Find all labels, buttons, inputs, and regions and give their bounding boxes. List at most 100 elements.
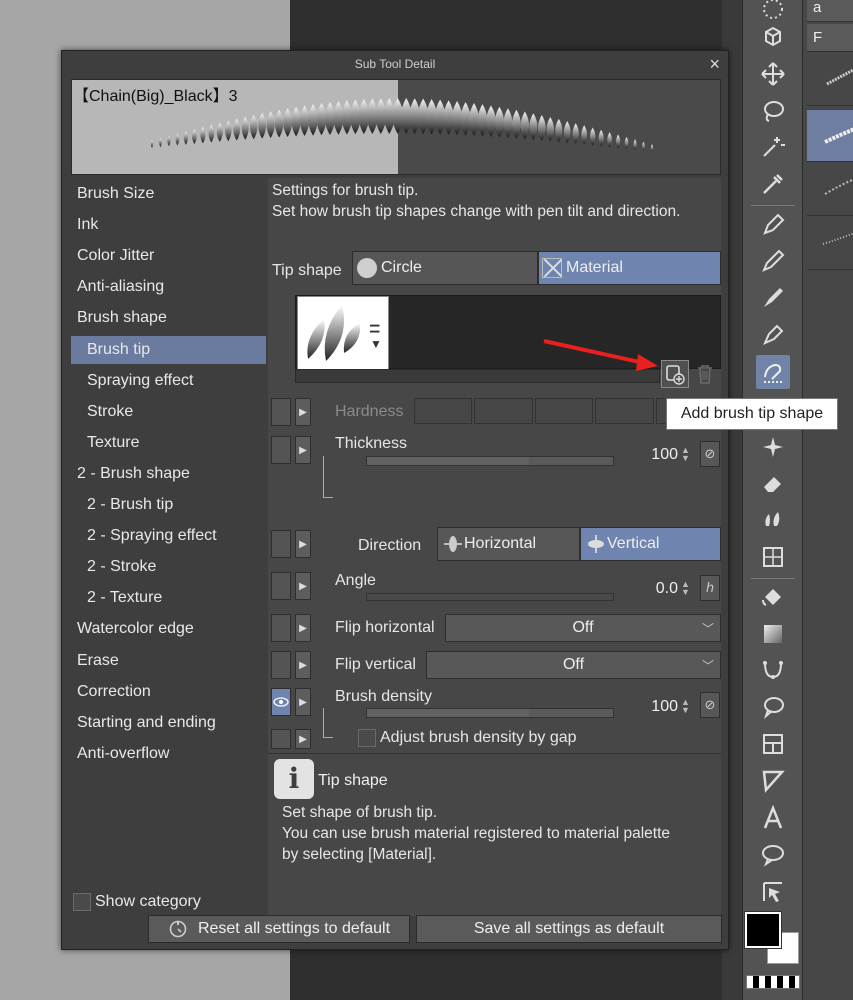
speech-balloon-icon[interactable] xyxy=(756,838,790,872)
object-3d-icon[interactable] xyxy=(756,20,790,54)
airbrush-icon[interactable] xyxy=(756,318,790,352)
fill-icon[interactable] xyxy=(756,581,790,615)
direction-expand[interactable]: ▶ xyxy=(295,530,311,558)
adjust-density-expand[interactable]: ▶ xyxy=(295,729,311,749)
category-item[interactable]: Anti-aliasing xyxy=(71,273,266,301)
subtool-item[interactable] xyxy=(807,54,853,106)
adjust-density-checkbox[interactable] xyxy=(358,729,376,747)
subtool-group-label: F xyxy=(813,29,823,46)
subtool-group-f[interactable]: F xyxy=(807,24,853,52)
flip-horizontal-select[interactable]: Off ﹀ xyxy=(445,614,721,642)
category-item[interactable]: Spraying effect xyxy=(71,367,266,395)
category-item[interactable]: Color Jitter xyxy=(71,242,266,270)
brush-density-expand[interactable]: ▶ xyxy=(295,688,311,716)
direction-lock[interactable] xyxy=(271,530,291,558)
category-item[interactable]: Brush tip xyxy=(71,335,266,364)
adjust-density-lock[interactable] xyxy=(271,729,291,749)
toolbar-separator xyxy=(751,205,795,206)
thickness-pressure-icon[interactable]: ⊘ xyxy=(700,441,720,467)
brush-tip-thumbnail[interactable]: ▔ ▔ ▼ xyxy=(297,296,389,371)
delete-brush-tip-button[interactable] xyxy=(691,360,719,388)
angle-spinner[interactable]: ▲ ▼ xyxy=(681,580,690,597)
category-item[interactable]: Texture xyxy=(71,429,266,457)
thickness-slider[interactable] xyxy=(366,456,614,466)
thickness-spinner[interactable]: ▲ ▼ xyxy=(681,446,690,463)
direction-vertical-option[interactable]: Vertical xyxy=(580,527,721,561)
blend-icon[interactable] xyxy=(756,502,790,536)
flip-vertical-lock[interactable] xyxy=(271,651,291,679)
move-icon[interactable] xyxy=(756,57,790,91)
category-item[interactable]: Watercolor edge xyxy=(71,615,266,643)
decoration-icon[interactable] xyxy=(756,355,790,389)
eyedropper-icon[interactable] xyxy=(756,167,790,201)
category-item[interactable]: Brush shape xyxy=(71,304,266,332)
subtool-group-a[interactable]: a xyxy=(807,0,853,22)
brush-density-slider[interactable] xyxy=(366,708,614,718)
adjust-density-toggle[interactable]: Adjust brush density by gap xyxy=(358,729,577,747)
lasso-icon[interactable] xyxy=(756,94,790,128)
text-icon[interactable] xyxy=(756,801,790,835)
flip-vertical-expand[interactable]: ▶ xyxy=(295,651,311,679)
save-all-settings-button[interactable]: Save all settings as default xyxy=(416,915,722,943)
sparkle-icon[interactable] xyxy=(756,430,790,464)
angle-value[interactable]: 0.0 xyxy=(634,580,678,598)
angle-lock[interactable] xyxy=(271,572,291,600)
category-item[interactable]: 2 - Texture xyxy=(71,584,266,612)
brush-icon[interactable] xyxy=(756,281,790,315)
category-item[interactable]: Ink xyxy=(71,211,266,239)
brush-density-spinner[interactable]: ▲ ▼ xyxy=(681,698,690,715)
reset-all-settings-button[interactable]: Reset all settings to default xyxy=(148,915,410,943)
category-item[interactable]: Brush Size xyxy=(71,180,266,208)
density-pressure-icon[interactable]: ⊘ xyxy=(700,692,720,718)
category-item[interactable]: Anti-overflow xyxy=(71,740,266,768)
angle-expand[interactable]: ▶ xyxy=(295,572,311,600)
subtool-item[interactable] xyxy=(807,164,853,216)
subtool-item-chain-big[interactable] xyxy=(807,110,853,162)
brush-density-value[interactable]: 100 xyxy=(634,698,678,716)
close-button[interactable]: × xyxy=(709,54,720,74)
figure-ruler-icon[interactable] xyxy=(756,540,790,574)
eye-icon xyxy=(273,697,289,707)
category-item[interactable]: 2 - Spraying effect xyxy=(71,522,266,550)
tip-shape-circle-option[interactable]: Circle xyxy=(352,251,538,285)
show-category-checkbox[interactable] xyxy=(73,893,91,911)
category-item[interactable]: 2 - Brush tip xyxy=(71,491,266,519)
thickness-value[interactable]: 100 xyxy=(634,446,678,464)
thickness-label: Thickness xyxy=(335,435,408,452)
hardness-expand[interactable]: ▶ xyxy=(295,398,311,426)
tip-shape-material-option[interactable]: Material xyxy=(538,251,721,285)
gradient-icon[interactable] xyxy=(756,617,790,651)
balloon-icon[interactable] xyxy=(756,690,790,724)
eraser-icon[interactable] xyxy=(756,466,790,500)
angle-slider[interactable] xyxy=(366,593,614,601)
angle-dynamics-icon[interactable]: ℎ xyxy=(700,575,720,601)
flip-horizontal-lock[interactable] xyxy=(271,614,291,642)
transparent-color-swatch[interactable] xyxy=(746,975,800,989)
pen-icon[interactable] xyxy=(756,208,790,242)
brush-density-visibility-toggle[interactable] xyxy=(271,688,291,716)
category-item[interactable]: Erase xyxy=(71,647,266,675)
direction-horizontal-option[interactable]: Horizontal xyxy=(437,527,580,561)
direct-draw-icon[interactable] xyxy=(756,653,790,687)
hardness-lock[interactable] xyxy=(271,398,291,426)
tip-dropdown-icon[interactable]: ▔ ▔ ▼ xyxy=(370,326,382,350)
ruler-icon[interactable] xyxy=(756,764,790,798)
correct-line-icon[interactable] xyxy=(756,875,790,909)
category-item[interactable]: 2 - Stroke xyxy=(71,553,266,581)
foreground-color-swatch[interactable] xyxy=(744,911,782,949)
thickness-lock[interactable] xyxy=(271,436,291,464)
magic-wand-icon[interactable] xyxy=(756,130,790,164)
stroke-leaf xyxy=(216,122,223,142)
flip-vertical-select[interactable]: Off ﹀ xyxy=(426,651,721,679)
thickness-expand[interactable]: ▶ xyxy=(295,436,311,464)
subtool-item[interactable] xyxy=(807,218,853,270)
show-category-toggle[interactable]: Show category xyxy=(73,893,201,911)
pencil-icon[interactable] xyxy=(756,244,790,278)
frame-border-icon[interactable] xyxy=(756,727,790,761)
flip-horizontal-expand[interactable]: ▶ xyxy=(295,614,311,642)
category-item[interactable]: Correction xyxy=(71,678,266,706)
thickness-slider-fill xyxy=(367,457,530,465)
category-item[interactable]: 2 - Brush shape xyxy=(71,460,266,488)
category-item[interactable]: Starting and ending xyxy=(71,709,266,737)
category-item[interactable]: Stroke xyxy=(71,398,266,426)
